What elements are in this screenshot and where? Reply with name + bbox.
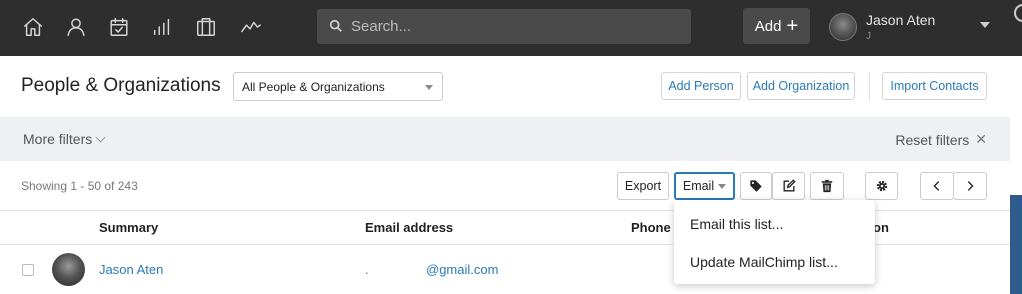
add-person-button[interactable]: Add Person: [661, 72, 741, 100]
tag-icon: [750, 180, 762, 192]
export-button[interactable]: Export: [617, 172, 669, 200]
trash-icon: [821, 179, 833, 193]
search-input[interactable]: [351, 9, 681, 44]
contact-name-link[interactable]: Jason Aten: [99, 262, 163, 277]
more-filters-toggle[interactable]: More filters: [23, 131, 106, 147]
signal-bars-icon[interactable]: [149, 14, 175, 40]
search-box[interactable]: [317, 9, 691, 44]
page-title: People & Organizations: [21, 75, 221, 96]
chevron-right-icon: [967, 181, 974, 191]
results-count: Showing 1 - 50 of 243: [21, 179, 138, 193]
edit-button[interactable]: [772, 172, 805, 200]
search-icon: [329, 19, 342, 32]
add-button[interactable]: Add +: [743, 8, 810, 44]
import-contacts-button[interactable]: Import Contacts: [882, 72, 987, 100]
people-filter-select[interactable]: All People & Organizations: [233, 72, 443, 101]
add-organization-button[interactable]: Add Organization: [747, 72, 855, 100]
people-filter-select-value: All People & Organizations: [242, 80, 385, 94]
add-button-label: Add: [754, 17, 782, 35]
column-header-email[interactable]: Email address: [365, 220, 453, 235]
edit-icon: [783, 179, 796, 192]
header-divider: [869, 72, 870, 101]
plus-icon: +: [786, 15, 799, 37]
top-nav-bar: Add + Jason Aten J: [0, 0, 1022, 56]
email-link[interactable]: @gmail.com: [426, 262, 498, 277]
calendar-icon[interactable]: [106, 14, 132, 40]
edge-circle-icon: [1014, 4, 1022, 22]
briefcase-icon[interactable]: [193, 14, 219, 40]
avatar: [52, 253, 85, 286]
email-dropdown-menu: Email this list... Update MailChimp list…: [674, 200, 875, 284]
column-header-partial[interactable]: on: [873, 220, 889, 235]
email-caret-icon: [718, 183, 727, 189]
email-button-label: Email: [682, 179, 715, 193]
reset-filters-label: Reset filters: [895, 131, 970, 148]
user-name[interactable]: Jason Aten: [866, 12, 935, 28]
update-mailchimp-item[interactable]: Update MailChimp list...: [690, 254, 838, 270]
select-caret-icon: [425, 85, 433, 90]
user-menu-caret-icon[interactable]: [980, 22, 990, 28]
trend-icon[interactable]: [238, 14, 264, 40]
user-avatar[interactable]: [829, 13, 857, 41]
right-edge-panel: [1010, 195, 1022, 294]
email-prefix[interactable]: .: [365, 262, 369, 277]
gear-icon: [876, 180, 887, 192]
next-page-button[interactable]: [953, 172, 987, 200]
column-header-summary[interactable]: Summary: [99, 220, 158, 235]
tag-button[interactable]: [740, 172, 772, 200]
person-icon[interactable]: [63, 14, 89, 40]
row-checkbox[interactable]: [22, 264, 34, 276]
filter-bar: More filters Reset filters ✕: [0, 117, 1010, 161]
chevron-left-icon: [933, 181, 940, 191]
delete-button[interactable]: [810, 172, 844, 200]
email-dropdown-button[interactable]: Email: [674, 172, 735, 200]
home-icon[interactable]: [20, 14, 46, 40]
close-icon: ✕: [975, 131, 987, 147]
user-subtitle: J: [866, 31, 871, 42]
column-header-phone[interactable]: Phone: [631, 220, 671, 235]
settings-button[interactable]: [865, 172, 898, 200]
reset-filters-link[interactable]: Reset filters ✕: [895, 131, 987, 148]
email-this-list-item[interactable]: Email this list...: [690, 216, 783, 232]
chevron-down-icon: [95, 132, 106, 142]
more-filters-label: More filters: [23, 131, 93, 147]
previous-page-button[interactable]: [920, 172, 954, 200]
